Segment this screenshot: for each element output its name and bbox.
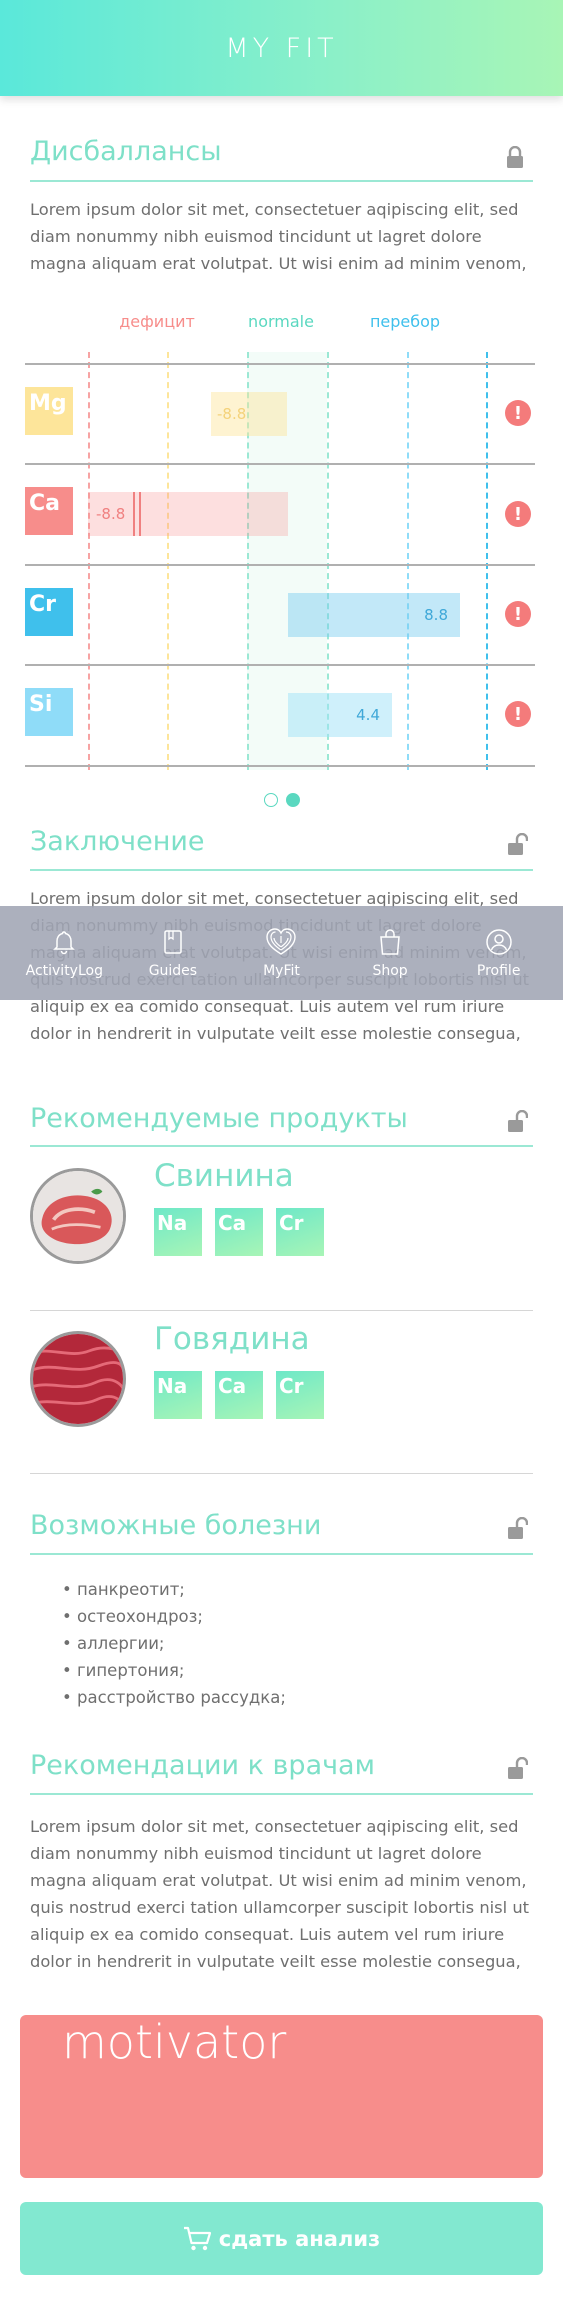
list-item: панкреотит; [62,1576,286,1603]
product-elements: Na Ca Cr [154,1371,324,1419]
element-badge-ca: Ca [25,487,73,535]
gridline-excess-far [486,352,488,770]
bag-icon [380,929,400,955]
list-item: расстройство рассудка; [62,1684,286,1711]
app-title: MY FIT [225,32,338,64]
element-badge-mg: Mg [25,387,73,435]
products-title: Рекомендуемые продукты [30,1103,408,1134]
section-divider [30,869,533,871]
submit-analysis-button[interactable]: сдать анализ [20,2202,543,2275]
element-badge-cr: Cr [25,588,73,636]
element-badge-ca: Ca [215,1371,263,1419]
gridline-excess [407,352,409,770]
lock-open-icon[interactable] [508,1110,528,1132]
product-elements: Na Ca Cr [154,1208,324,1256]
element-badge-cr: Cr [276,1371,324,1419]
app-header: MY FIT [0,0,563,96]
bell-icon [53,931,76,955]
nav-item-shop[interactable]: Shop [340,927,440,979]
fingerprint-icon [266,928,297,955]
bar-si: 4.4 [288,693,392,737]
doctors-text: Lorem ipsum dolor sit met, consectetuer … [30,1817,530,1971]
element-badge-na: Na [154,1371,202,1419]
bar-marker [133,492,136,536]
submit-analysis-label: сдать анализ [218,2226,381,2251]
product-photo-pork [30,1168,126,1264]
product-item[interactable]: Говядина Na Ca Cr [30,1311,533,1474]
bar-marker [139,492,142,536]
product-name: Свинина [154,1158,294,1194]
pagination-dot-active[interactable] [286,793,300,807]
row-divider [25,765,535,767]
nav-label: ActivityLog [25,963,103,979]
carousel-pagination [264,793,300,807]
nav-label: Shop [372,963,408,979]
warning-icon[interactable]: ! [505,601,531,627]
imbalances-text: Lorem ipsum dolor sit met, consectetuer … [30,200,527,273]
warning-icon[interactable]: ! [505,400,531,426]
element-badge-na: Na [154,1208,202,1256]
nav-label: MyFit [263,963,300,979]
pagination-dot[interactable] [264,793,278,807]
list-item: остеохондроз; [62,1603,286,1630]
lock-open-icon[interactable] [508,1757,528,1779]
row-divider [25,564,535,566]
list-item: гипертония; [62,1657,286,1684]
doctors-title: Рекомендации к врачам [30,1750,375,1781]
section-divider [30,180,533,182]
zone-label-deficit: дефицит [119,312,195,331]
book-icon [164,930,182,954]
bottom-nav: ActivityLog Guides MyFit Shop Profile [0,906,563,1000]
diseases-title: Возможные болезни [30,1510,322,1541]
diseases-list: панкреотит; остеохондроз; аллергии; гипе… [62,1576,286,1711]
warning-icon[interactable]: ! [505,701,531,727]
element-badge-si: Si [25,688,73,736]
warning-icon[interactable]: ! [505,501,531,527]
row-divider [25,664,535,666]
nav-label: Guides [148,963,198,979]
bar-value-ca: -8.8 [96,505,126,523]
nav-item-guides[interactable]: Guides [123,927,223,979]
bar-ca: -8.8 [88,492,288,536]
zone-label-excess: перебор [369,312,441,331]
product-photo-beef [30,1331,126,1427]
product-item[interactable]: Свинина Na Ca Cr [30,1148,533,1311]
row-divider [25,363,535,365]
gridline-deficit [167,352,169,770]
bar-cr: 8.8 [288,593,460,637]
conclusion-title: Заключение [30,826,205,857]
section-divider [30,1553,533,1555]
imbalance-chart: дефицит normale перебор Mg -8.8 ! Ca -8.… [25,300,535,770]
nav-item-activitylog[interactable]: ActivityLog [14,927,114,979]
motivator-label: motivator [62,2015,287,2069]
bar-value-si: 4.4 [356,706,380,724]
motivator-banner[interactable]: motivator [20,2015,543,2178]
gridline-deficit-far [88,352,90,770]
lock-open-icon[interactable] [508,1517,528,1539]
row-divider [25,463,535,465]
bar-mg: -8.8 [211,392,287,436]
element-badge-ca: Ca [215,1208,263,1256]
product-name: Говядина [154,1321,310,1357]
nav-label: Profile [476,963,521,979]
nav-item-profile[interactable]: Profile [449,927,549,979]
nav-item-myfit[interactable]: MyFit [231,927,331,979]
imbalances-title: Дисбаллансы [30,136,222,167]
lock-closed-icon[interactable] [505,146,525,168]
element-badge-cr: Cr [276,1208,324,1256]
section-divider [30,1793,533,1795]
lock-open-icon[interactable] [508,833,528,855]
user-icon [485,929,512,955]
list-item: аллергии; [62,1630,286,1657]
bar-value-cr: 8.8 [424,606,448,624]
cart-icon [183,2226,211,2250]
section-divider [30,1145,533,1147]
bar-value-mg: -8.8 [217,405,247,423]
zone-label-normal: normale [248,312,314,331]
